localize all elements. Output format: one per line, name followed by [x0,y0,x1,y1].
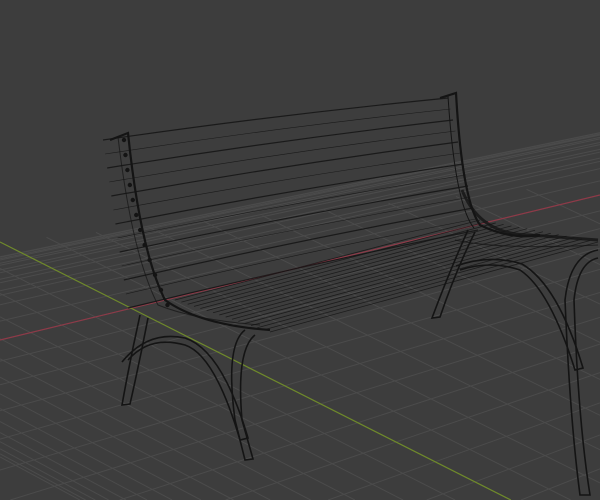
seat-slat [174,219,481,301]
grid-line [0,228,600,386]
left-front-leg [230,329,256,461]
bolt [127,182,133,188]
bolt [147,257,152,263]
grid-line [0,432,127,500]
bolt [138,227,143,233]
bolt [165,302,170,308]
bolt [152,272,158,278]
grid-line [0,393,202,500]
grid-line [0,292,600,471]
grid-line [0,448,96,500]
grid-line [46,236,571,500]
bolt [158,287,164,293]
grid-line [0,148,600,280]
bolt [142,242,147,248]
grid-line [0,151,600,284]
back-slat [107,119,454,169]
grid-line [0,133,600,260]
back-slat [113,152,461,211]
grid-line [0,247,600,412]
y-axis-line [0,241,512,500]
grid-line [0,268,600,440]
3d-viewport[interactable] [0,0,600,500]
bolt [130,197,135,203]
grid-line [0,160,600,296]
grid-line [0,144,600,274]
back-slat [105,108,451,155]
grid-line [0,316,356,500]
bolt [134,212,139,218]
right-front-leg [564,249,599,496]
grid-line [526,188,600,225]
bolt [125,167,130,173]
grid-line [119,343,600,500]
grid-line [0,132,600,258]
bolt [121,137,127,143]
grid-line [225,372,600,500]
viewport-canvas[interactable] [0,0,600,500]
back-slat [109,130,456,183]
back-slat [102,97,449,141]
bolt [123,152,128,158]
back-slat [111,141,459,197]
